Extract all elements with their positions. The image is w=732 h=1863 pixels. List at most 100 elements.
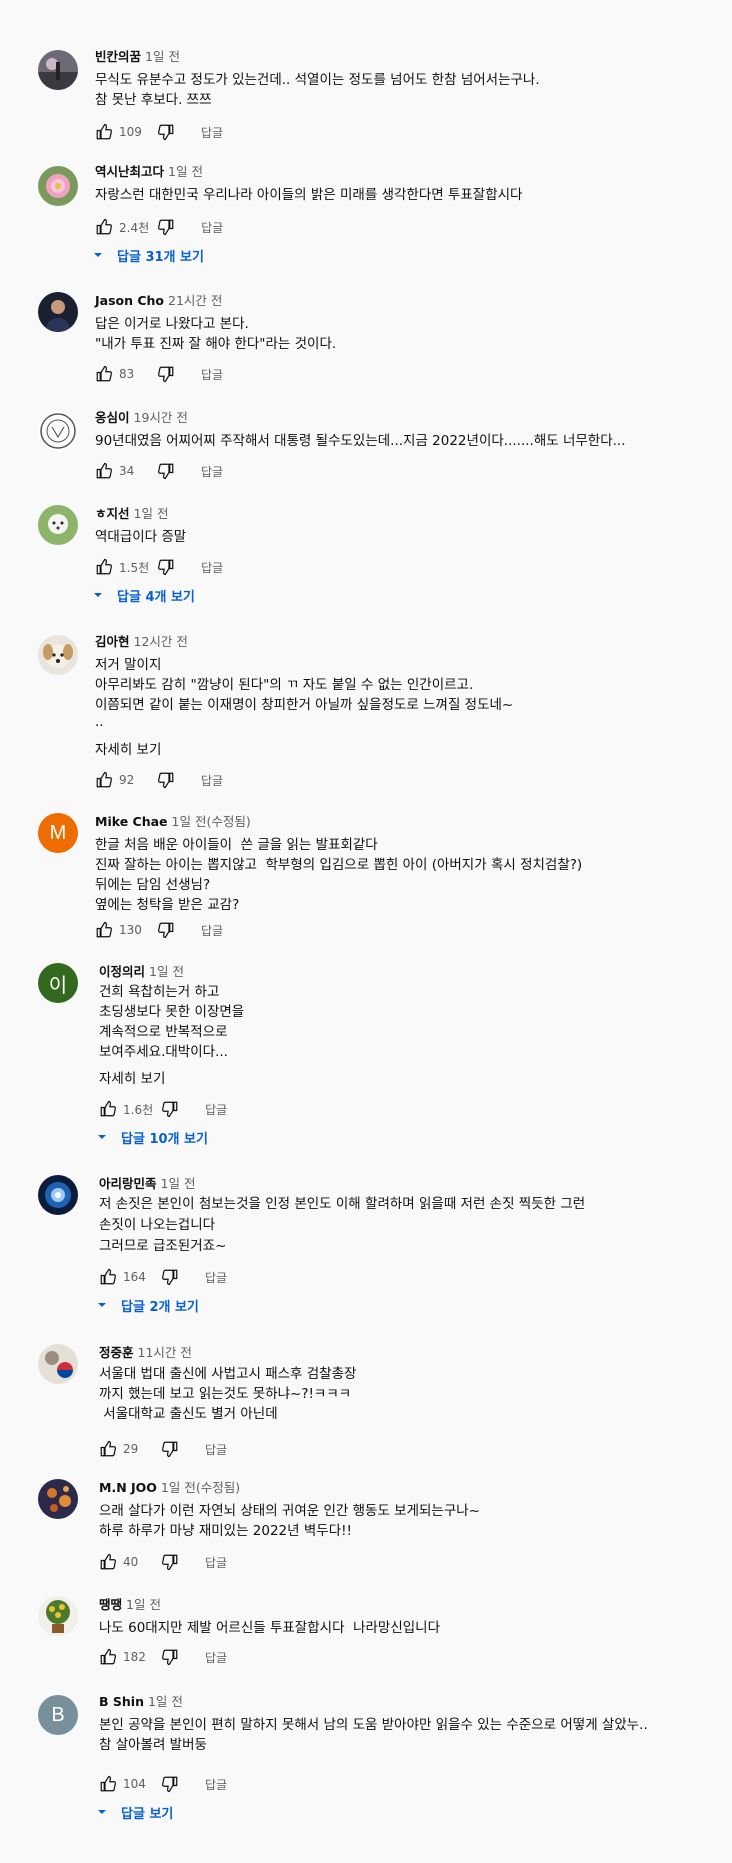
comment-header: 역시난최고다 1일 전 <box>95 163 203 181</box>
thumbs-down-icon[interactable] <box>157 123 175 141</box>
reply-button[interactable]: 답글 <box>205 1649 227 1666</box>
author-name[interactable]: 정중훈 <box>99 1345 134 1360</box>
reply-button[interactable]: 답글 <box>205 1441 227 1458</box>
thumbs-down-icon[interactable] <box>161 1775 179 1793</box>
comment-time[interactable]: 1일 전 <box>148 1694 183 1709</box>
author-name[interactable]: 땡땡 <box>99 1597 122 1612</box>
author-name[interactable]: 빈칸의꿈 <box>95 49 141 64</box>
reply-button[interactable]: 답글 <box>201 922 223 939</box>
author-name[interactable]: 옹심이 <box>95 410 130 425</box>
avatar[interactable]: 이 <box>38 963 78 1003</box>
thumbs-down-icon[interactable] <box>157 921 175 939</box>
view-replies-button[interactable]: 답글 보기 <box>97 1802 173 1822</box>
comment-time[interactable]: 12시간 전 <box>134 634 188 649</box>
comment-time[interactable]: 11시간 전 <box>138 1345 192 1360</box>
thumbs-down-icon[interactable] <box>161 1100 179 1118</box>
comment-text: 건희 욕찹히는거 하고 초딩생보다 못한 이장면을 계속적으로 반복적으로 보여… <box>99 982 719 1062</box>
reply-button[interactable]: 답글 <box>201 772 223 789</box>
view-replies-button[interactable]: 답글 10개 보기 <box>97 1127 208 1147</box>
reply-button[interactable]: 답글 <box>201 559 223 576</box>
avatar[interactable] <box>38 1175 78 1215</box>
avatar[interactable] <box>38 635 78 675</box>
thumbs-down-icon[interactable] <box>161 1648 179 1666</box>
thumbs-up-icon[interactable] <box>99 1440 117 1458</box>
comment-time[interactable]: 1일 전 <box>126 1597 161 1612</box>
comment-line: 서울대학교 출신도 별거 아닌데 <box>99 1406 278 1422</box>
avatar[interactable] <box>38 1596 78 1636</box>
author-name[interactable]: 아리랑민족 <box>99 1176 157 1191</box>
comment-line: 자랑스런 대한민국 우리나라 아이들의 밝은 미래를 생각한다면 투표잘합시다 <box>95 187 523 203</box>
read-more-link[interactable]: 자세히 보기 <box>99 1067 165 1087</box>
thumbs-up-icon[interactable] <box>95 921 113 939</box>
comment-time[interactable]: 1일 전 <box>149 964 184 979</box>
comment-actions: 40 답글 <box>99 1552 227 1572</box>
read-more-link[interactable]: 자세히 보기 <box>95 738 161 758</box>
comment-header: 옹심이 19시간 전 <box>95 409 188 427</box>
reply-button[interactable]: 답글 <box>201 463 223 480</box>
author-name[interactable]: M.N JOO <box>99 1480 157 1495</box>
thumbs-down-icon[interactable] <box>157 218 175 236</box>
reply-button[interactable]: 답글 <box>205 1776 227 1793</box>
avatar[interactable]: B <box>38 1695 78 1735</box>
author-name[interactable]: 이정의리 <box>99 964 145 979</box>
like-count: 2.4천 <box>119 220 150 235</box>
avatar[interactable] <box>38 50 78 90</box>
reply-button[interactable]: 답글 <box>205 1101 227 1118</box>
thumbs-down-icon[interactable] <box>157 558 175 576</box>
view-replies-button[interactable]: 답글 2개 보기 <box>97 1295 199 1315</box>
comment-time[interactable]: 19시간 전 <box>134 410 188 425</box>
avatar[interactable] <box>38 166 78 206</box>
avatar[interactable] <box>38 292 78 332</box>
like-count: 130 <box>119 923 142 937</box>
thumbs-up-icon[interactable] <box>99 1100 117 1118</box>
reply-button[interactable]: 답글 <box>201 124 223 141</box>
comment-line: 나도 60대지만 제발 어르신들 투표잘합시다 나라망신입니다 <box>99 1620 441 1636</box>
thumbs-up-icon[interactable] <box>99 1553 117 1571</box>
avatar[interactable]: M <box>38 813 78 853</box>
comment-time[interactable]: 1일 전(수정됨) <box>161 1480 240 1495</box>
avatar[interactable] <box>38 505 78 545</box>
thumbs-up-icon[interactable] <box>95 365 113 383</box>
thumbs-down-icon[interactable] <box>157 462 175 480</box>
author-name[interactable]: B Shin <box>99 1694 144 1709</box>
comment-line: .. <box>95 714 104 730</box>
comment-time[interactable]: 1일 전 <box>145 49 180 64</box>
avatar[interactable] <box>38 1344 78 1384</box>
reply-button[interactable]: 답글 <box>205 1554 227 1571</box>
view-replies-button[interactable]: 답글 31개 보기 <box>93 245 204 265</box>
comment-time[interactable]: 21시간 전 <box>168 293 222 308</box>
reply-button[interactable]: 답글 <box>201 219 223 236</box>
view-replies-button[interactable]: 답글 4개 보기 <box>93 585 195 605</box>
comment-time[interactable]: 1일 전 <box>134 506 169 521</box>
reply-button[interactable]: 답글 <box>205 1269 227 1286</box>
thumbs-up-icon[interactable] <box>95 218 113 236</box>
comment-time[interactable]: 1일 전 <box>168 164 203 179</box>
thumbs-up-icon[interactable] <box>95 462 113 480</box>
author-name[interactable]: Mike Chae <box>95 814 168 829</box>
comment-actions: 182 답글 <box>99 1647 227 1667</box>
thumbs-up-icon[interactable] <box>99 1775 117 1793</box>
comment-header: 빈칸의꿈 1일 전 <box>95 48 180 66</box>
author-name[interactable]: 역시난최고다 <box>95 164 164 179</box>
reply-button[interactable]: 답글 <box>201 366 223 383</box>
comment-actions: 104 답글 <box>99 1774 227 1794</box>
avatar[interactable] <box>38 1479 78 1519</box>
thumbs-up-icon[interactable] <box>95 123 113 141</box>
thumbs-down-icon[interactable] <box>161 1268 179 1286</box>
author-name[interactable]: ㅎ지선 <box>95 506 130 521</box>
author-name[interactable]: 김아현 <box>95 634 130 649</box>
author-name[interactable]: Jason Cho <box>95 293 164 308</box>
thumbs-down-icon[interactable] <box>161 1440 179 1458</box>
comment-time[interactable]: 1일 전(수정됨) <box>172 814 251 829</box>
thumbs-up-icon[interactable] <box>99 1268 117 1286</box>
comment-header: Mike Chae 1일 전(수정됨) <box>95 813 251 831</box>
thumbs-down-icon[interactable] <box>157 365 175 383</box>
thumbs-up-icon[interactable] <box>95 558 113 576</box>
avatar[interactable] <box>38 411 78 451</box>
thumbs-up-icon[interactable] <box>95 771 113 789</box>
comment-text: 90년대였음 어찌어찌 주작해서 대통령 될수도있는데...지금 2022년이다… <box>95 431 715 451</box>
comment-time[interactable]: 1일 전 <box>161 1176 196 1191</box>
thumbs-down-icon[interactable] <box>161 1553 179 1571</box>
thumbs-down-icon[interactable] <box>157 771 175 789</box>
thumbs-up-icon[interactable] <box>99 1648 117 1666</box>
